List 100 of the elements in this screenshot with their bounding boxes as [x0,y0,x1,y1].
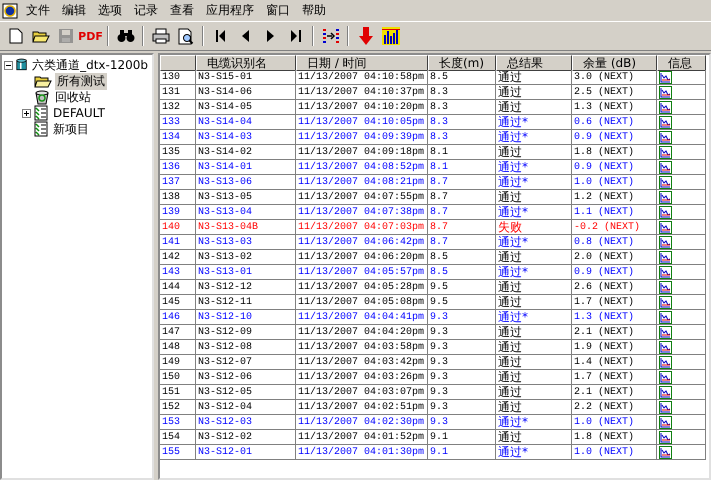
collapse-icon[interactable] [4,60,13,70]
toolbar-button[interactable] [379,25,402,47]
column-header[interactable]: 余量 (dB) [572,55,657,71]
folder-icon [32,29,50,43]
row-number-cell: 141 [160,235,196,250]
graph-icon[interactable] [659,386,672,398]
last-record-icon [290,30,300,42]
table-cell: 1.7 (NEXT) [572,370,657,385]
table-cell: N3-S13-05 [196,190,296,205]
column-header[interactable]: 长度(m) [428,55,496,71]
graph-icon[interactable] [659,266,672,278]
table-cell: 9.1 [428,445,496,460]
row-number-cell: 131 [160,85,196,100]
menu-item[interactable]: 窗口 [260,2,296,19]
table-cell: 通过* [496,445,572,460]
table-cell: 11/13/2007 04:05:57pm [296,265,428,280]
row-number-cell: 139 [160,205,196,220]
graph-icon[interactable] [659,100,672,114]
table-cell: 8.7 [428,205,496,220]
table-cell: 通过 [496,385,572,400]
table-cell: 11/13/2007 04:03:26pm [296,370,428,385]
table-cell: 1.0 (NEXT) [572,445,657,460]
table-cell: N3-S14-02 [196,145,296,160]
table-cell: 8.5 [428,70,496,85]
graph-icon[interactable] [659,160,672,174]
table-cell: 1.7 (NEXT) [572,295,657,310]
row-number-cell: 142 [160,250,196,265]
graph-icon[interactable] [659,326,672,338]
graph-icon[interactable] [659,236,672,248]
table-cell: N3-S14-03 [196,130,296,145]
graph-icon[interactable] [659,296,672,308]
table-cell: 通过 [496,100,572,115]
table-cell: 1.0 (NEXT) [572,415,657,430]
table-cell: N3-S12-11 [196,295,296,310]
menu-item[interactable]: 编辑 [56,2,92,19]
graph-icon[interactable] [659,116,672,128]
printer-icon [152,28,170,44]
menu-item[interactable]: 帮助 [296,2,332,19]
cylinder-icon [16,57,28,73]
table-cell: 11/13/2007 04:01:52pm [296,430,428,445]
table-cell: N3-S13-02 [196,250,296,265]
tree-item[interactable]: 所有测试 [55,72,107,90]
table-cell: 11/13/2007 04:07:03pm [296,220,428,235]
table-cell: 通过 [496,85,572,100]
table-cell: 9.3 [428,355,496,370]
column-header[interactable]: 电缆识别名 [196,55,296,71]
table-cell: 通过 [496,430,572,445]
column-header[interactable]: 信息 [657,55,706,71]
table-cell: 1.1 (NEXT) [572,205,657,220]
table-cell: 2.1 (NEXT) [572,385,657,400]
table-cell: 通过 [496,250,572,265]
graph-icon[interactable] [659,146,672,158]
menu-item[interactable]: 记录 [128,2,164,19]
graph-icon[interactable] [659,70,672,84]
table-cell: N3-S12-09 [196,325,296,340]
column-header[interactable]: 日期 / 时间 [296,55,428,71]
graph-icon[interactable] [659,280,672,294]
graph-icon[interactable] [659,356,672,368]
table-cell: N3-S13-06 [196,175,296,190]
graph-icon[interactable] [659,206,672,218]
table-cell: 9.3 [428,310,496,325]
menu-item[interactable]: 选项 [92,2,128,19]
row-number-cell: 143 [160,265,196,280]
table-cell: 11/13/2007 04:09:39pm [296,130,428,145]
graph-icon[interactable] [659,400,672,414]
table-cell: 11/13/2007 04:04:41pm [296,310,428,325]
table-cell: 通过* [496,205,572,220]
table-cell: 通过 [496,370,572,385]
table-cell: N3-S14-04 [196,115,296,130]
graph-icon[interactable] [659,430,672,444]
graph-icon[interactable] [659,220,672,234]
table-cell: N3-S14-05 [196,100,296,115]
table-cell: 11/13/2007 04:02:51pm [296,400,428,415]
graph-icon[interactable] [659,446,672,458]
table-cell: N3-S12-07 [196,355,296,370]
tree-item[interactable]: DEFAULT [51,106,107,120]
graph-icon[interactable] [659,416,672,428]
table-cell: 1.3 (NEXT) [572,310,657,325]
tree-item[interactable]: 新项目 [51,120,91,138]
row-number-cell: 136 [160,160,196,175]
graph-icon[interactable] [659,190,672,204]
graph-icon[interactable] [659,370,672,384]
menu-item[interactable]: 应用程序 [200,2,260,19]
expand-icon[interactable] [22,108,31,118]
graph-icon[interactable] [659,176,672,188]
graph-icon[interactable] [659,310,672,324]
column-header[interactable]: 总结果 [496,55,572,71]
row-number-cell: 132 [160,100,196,115]
tree-item[interactable]: 六类通道_dtx-1200b [30,56,150,74]
table-cell: N3-S13-03 [196,235,296,250]
graph-icon[interactable] [659,86,672,98]
column-header[interactable] [160,55,196,71]
graph-icon[interactable] [659,340,672,354]
menu-item[interactable]: 查看 [164,2,200,19]
graph-icon[interactable] [659,130,672,144]
row-number-cell: 149 [160,355,196,370]
graph-icon[interactable] [659,250,672,264]
tree-item[interactable]: 回收站 [53,88,93,106]
menu-item[interactable]: 文件 [20,2,56,19]
row-number-cell: 145 [160,295,196,310]
